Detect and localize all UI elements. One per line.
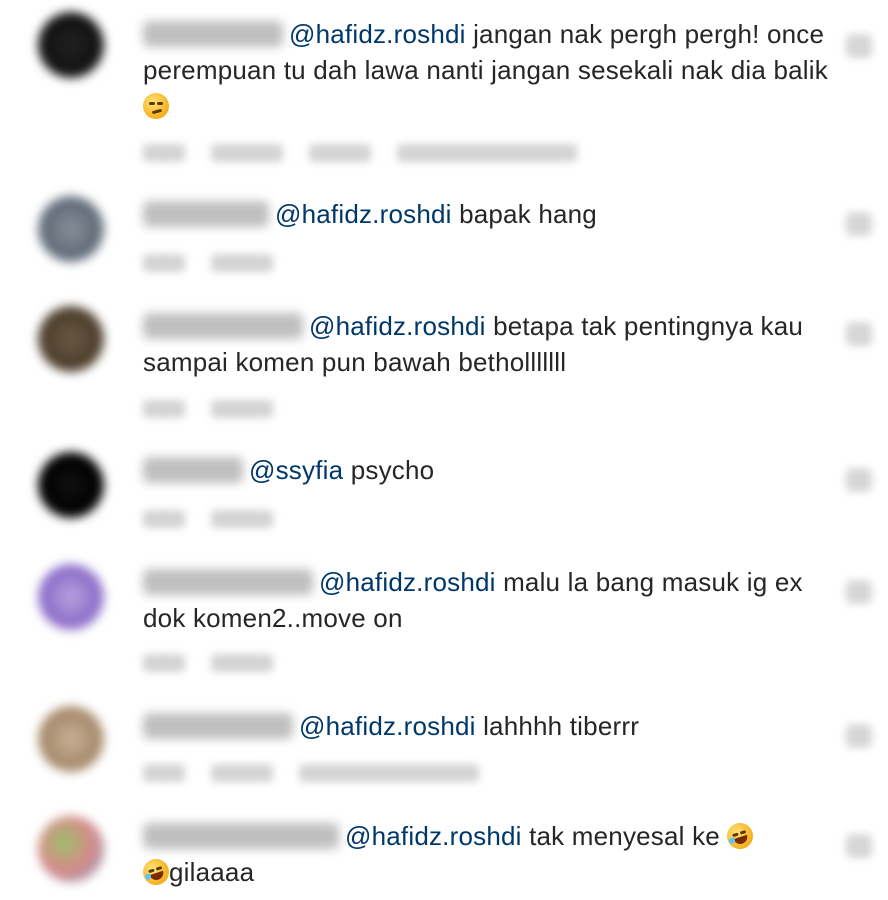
- rolling-laughing-face-icon: [723, 819, 757, 853]
- like-heart-icon[interactable]: [846, 322, 872, 346]
- rolling-laughing-face-icon: [139, 855, 173, 889]
- avatar[interactable]: [38, 564, 104, 630]
- like-heart-icon[interactable]: [846, 580, 872, 604]
- avatar[interactable]: [38, 306, 104, 372]
- mention-link[interactable]: @ssyfia: [249, 455, 343, 485]
- avatar[interactable]: [38, 816, 104, 882]
- avatar[interactable]: [38, 196, 104, 262]
- like-heart-icon[interactable]: [846, 468, 872, 492]
- like-heart-icon[interactable]: [846, 834, 872, 858]
- blurred-username[interactable]: [143, 569, 313, 595]
- comment-meta-blurred: [143, 254, 299, 274]
- comment-meta-blurred: [143, 654, 299, 674]
- avatar[interactable]: [38, 452, 104, 518]
- comment-meta-blurred: [143, 144, 603, 164]
- blurred-username[interactable]: [143, 21, 283, 47]
- like-heart-icon[interactable]: [846, 34, 872, 58]
- comment-body: lahhhh tiberrr: [483, 711, 640, 741]
- comment-text: @hafidz.roshdi bapak hang: [143, 196, 833, 232]
- comment-body: tak menyesal ke: [529, 821, 720, 851]
- avatar[interactable]: [38, 12, 104, 78]
- comment-text: @ssyfia psycho: [143, 452, 833, 488]
- like-heart-icon[interactable]: [846, 212, 872, 236]
- comment-text: @hafidz.roshdi jangan nak pergh pergh! o…: [143, 16, 833, 124]
- blurred-username[interactable]: [143, 201, 269, 227]
- comment-body: psycho: [350, 455, 435, 485]
- comment-text: @hafidz.roshdi tak menyesal ke gilaaaa: [139, 818, 833, 890]
- comment-text: @hafidz.roshdi malu la bang masuk ig ex …: [143, 564, 833, 636]
- comment-body: bapak hang: [459, 199, 597, 229]
- mention-link[interactable]: @hafidz.roshdi: [289, 19, 466, 49]
- comment-text: @hafidz.roshdi lahhhh tiberrr: [143, 708, 833, 744]
- smirking-face-icon: [143, 93, 169, 119]
- mention-link[interactable]: @hafidz.roshdi: [275, 199, 452, 229]
- blurred-username[interactable]: [143, 457, 243, 483]
- mention-link[interactable]: @hafidz.roshdi: [345, 821, 522, 851]
- blurred-username[interactable]: [143, 713, 293, 739]
- comment-meta-blurred: [143, 510, 299, 530]
- mention-link[interactable]: @hafidz.roshdi: [309, 311, 486, 341]
- avatar[interactable]: [38, 706, 104, 772]
- comment-meta-blurred: [143, 764, 505, 784]
- blurred-username[interactable]: [143, 823, 339, 849]
- comment-body-continued: gilaaaa: [169, 857, 255, 887]
- mention-link[interactable]: @hafidz.roshdi: [299, 711, 476, 741]
- comment-meta-blurred: [143, 400, 299, 420]
- blurred-username[interactable]: [143, 313, 303, 339]
- like-heart-icon[interactable]: [846, 724, 872, 748]
- comment-text: @hafidz.roshdi betapa tak pentingnya kau…: [143, 308, 833, 380]
- mention-link[interactable]: @hafidz.roshdi: [319, 567, 496, 597]
